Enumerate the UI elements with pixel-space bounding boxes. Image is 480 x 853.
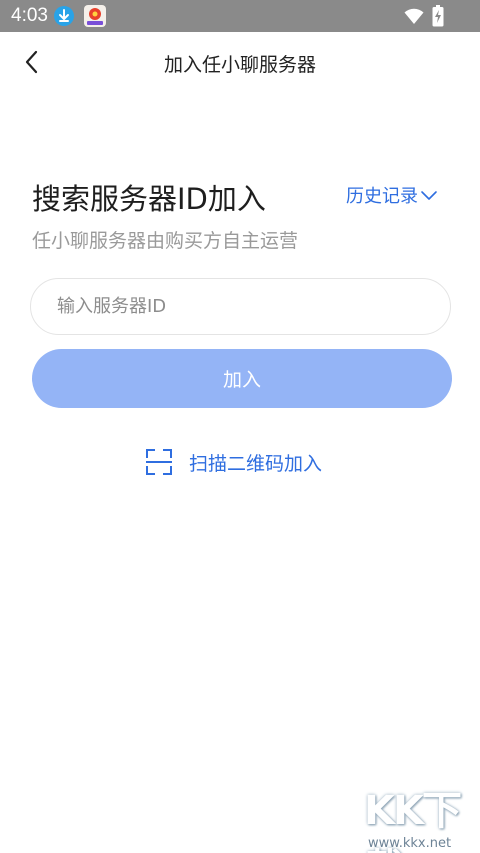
history-dropdown[interactable]: 历史记录	[346, 182, 438, 208]
scan-qr-label: 扫描二维码加入	[189, 452, 323, 475]
server-id-input[interactable]	[30, 278, 451, 335]
watermark: KK下载 www.kkx.net	[358, 778, 480, 853]
watermark-url: www.kkx.net	[368, 836, 452, 851]
app-notification-icon	[84, 5, 106, 27]
chevron-down-icon	[421, 191, 437, 200]
wifi-icon	[404, 7, 424, 29]
history-label: 历史记录	[346, 186, 418, 207]
scan-frame-icon	[146, 449, 172, 475]
battery-charging-icon	[432, 5, 444, 31]
download-icon	[54, 6, 74, 26]
status-time: 4:03	[11, 5, 48, 26]
join-button[interactable]: 加入	[32, 349, 452, 408]
scan-qr-button[interactable]: 扫描二维码加入	[145, 448, 322, 476]
nav-bar: 加入任小聊服务器	[0, 32, 480, 90]
status-bar: 4:03	[0, 0, 480, 32]
section-heading: 搜索服务器ID加入	[32, 182, 266, 216]
subheading: 任小聊服务器由购买方自主运营	[32, 230, 299, 252]
page-title: 加入任小聊服务器	[163, 54, 316, 76]
